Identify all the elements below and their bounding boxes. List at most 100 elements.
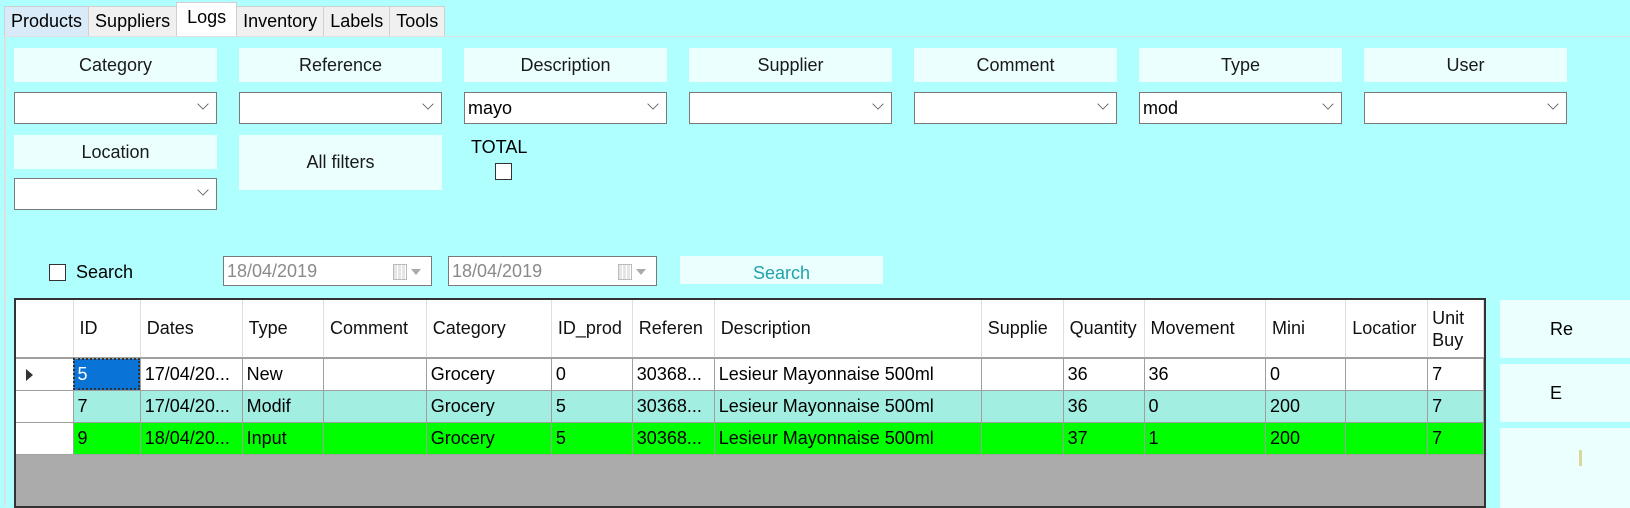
cell-id-prod[interactable]: 5 <box>551 422 633 455</box>
cell-supplier[interactable] <box>981 422 1064 455</box>
cell-movement[interactable]: 36 <box>1144 358 1267 391</box>
location-label: Location <box>14 135 217 169</box>
cell-mini[interactable]: 0 <box>1265 358 1347 391</box>
side-button-2[interactable]: E <box>1500 364 1630 422</box>
cell-id-prod[interactable]: 0 <box>551 358 633 391</box>
cell-location[interactable] <box>1345 422 1429 455</box>
cell-comment[interactable] <box>323 422 427 455</box>
column-header-supplier[interactable]: Supplie <box>981 300 1064 359</box>
column-header-description[interactable]: Description <box>714 300 982 359</box>
row-header-corner <box>16 300 74 359</box>
calendar-icon <box>393 264 407 280</box>
cell-id[interactable]: 7 <box>73 390 141 423</box>
side-button-3[interactable] <box>1500 428 1630 508</box>
tab-tools[interactable]: Tools <box>389 6 446 36</box>
side-button-1[interactable]: Re <box>1500 300 1630 358</box>
column-header-quantity[interactable]: Quantity <box>1063 300 1145 359</box>
total-checkbox[interactable] <box>495 163 512 180</box>
cell-reference[interactable]: 30368... <box>632 390 715 423</box>
cell-unit-buy[interactable]: 7 <box>1427 422 1484 455</box>
search-button[interactable]: Search <box>680 256 883 284</box>
cell-category[interactable]: Grocery <box>426 422 552 455</box>
cell-supplier[interactable] <box>981 390 1064 423</box>
cell-dates[interactable]: 18/04/20... <box>140 422 243 455</box>
category-label: Category <box>14 48 217 82</box>
cell-unit-buy[interactable]: 7 <box>1427 390 1484 423</box>
column-header-type[interactable]: Type <box>242 300 324 359</box>
cell-type[interactable]: Modif <box>242 390 324 423</box>
cell-location[interactable] <box>1345 358 1429 391</box>
column-header-comment[interactable]: Comment <box>323 300 427 359</box>
reference-combo[interactable] <box>239 92 442 124</box>
cell-description[interactable]: Lesieur Mayonnaise 500ml <box>714 422 982 455</box>
cell-description[interactable]: Lesieur Mayonnaise 500ml <box>714 390 982 423</box>
table-row[interactable]: 5 17/04/20... New Grocery 0 30368... Lesieur M… <box>16 358 1484 391</box>
cell-category[interactable]: Grocery <box>426 390 552 423</box>
cell-type[interactable]: New <box>242 358 324 391</box>
location-combo[interactable] <box>14 178 217 210</box>
column-header-mini[interactable]: Mini <box>1265 300 1347 359</box>
tab-logs[interactable]: Logs <box>176 2 238 36</box>
cell-reference[interactable]: 30368... <box>632 358 715 391</box>
tab-labels[interactable]: Labels <box>323 6 391 36</box>
supplier-combo[interactable] <box>689 92 892 124</box>
type-label: Type <box>1139 48 1342 82</box>
cell-location[interactable] <box>1345 390 1429 423</box>
tab-products[interactable]: Products <box>4 6 90 36</box>
cell-mini[interactable]: 200 <box>1265 422 1347 455</box>
search-checkbox[interactable] <box>49 264 66 281</box>
cell-dates[interactable]: 17/04/20... <box>140 358 243 391</box>
chevron-down-icon <box>647 98 659 110</box>
column-header-category[interactable]: Category <box>426 300 552 359</box>
cell-description[interactable]: Lesieur Mayonnaise 500ml <box>714 358 982 391</box>
column-header-id[interactable]: ID <box>73 300 141 359</box>
chevron-down-icon <box>1322 98 1334 110</box>
cell-unit-buy[interactable]: 7 <box>1427 358 1484 391</box>
user-combo[interactable] <box>1364 92 1567 124</box>
cell-quantity[interactable]: 37 <box>1063 422 1145 455</box>
row-header[interactable] <box>16 358 74 391</box>
all-filters-button[interactable]: All filters <box>239 135 442 190</box>
column-header-unit-buy[interactable]: Unit Buy <box>1427 300 1484 359</box>
logs-grid: ID Dates Type Comment Category ID_prod Referen… <box>14 298 1486 508</box>
column-header-location[interactable]: Locatior <box>1345 300 1429 359</box>
cell-type[interactable]: Input <box>242 422 324 455</box>
column-header-movement[interactable]: Movement <box>1144 300 1267 359</box>
tab-suppliers[interactable]: Suppliers <box>88 6 178 36</box>
cell-mini[interactable]: 200 <box>1265 390 1347 423</box>
cell-comment[interactable] <box>323 358 427 391</box>
type-value: mod <box>1143 97 1179 118</box>
comment-combo[interactable] <box>914 92 1117 124</box>
description-combo[interactable]: mayo <box>464 92 667 124</box>
cell-dates[interactable]: 17/04/20... <box>140 390 243 423</box>
grid-header-row: ID Dates Type Comment Category ID_prod Referen… <box>16 300 1484 359</box>
cell-supplier[interactable] <box>981 358 1064 391</box>
cell-reference[interactable]: 30368... <box>632 422 715 455</box>
cell-movement[interactable]: 1 <box>1144 422 1267 455</box>
tab-strip: Products Suppliers Logs Inventory Labels… <box>4 2 446 36</box>
table-row[interactable]: 9 18/04/20... Input Grocery 5 30368... Lesieur… <box>16 422 1484 455</box>
date-to-picker[interactable]: 18/04/2019 <box>448 256 657 286</box>
chevron-down-icon <box>197 98 209 110</box>
cell-id[interactable]: 5 <box>73 358 141 391</box>
row-header[interactable] <box>16 390 74 423</box>
table-row[interactable]: 7 17/04/20... Modif Grocery 5 30368... Lesieur… <box>16 390 1484 423</box>
cell-quantity[interactable]: 36 <box>1063 390 1145 423</box>
category-combo[interactable] <box>14 92 217 124</box>
cell-id[interactable]: 9 <box>73 422 141 455</box>
cell-quantity[interactable]: 36 <box>1063 358 1145 391</box>
cell-id-prod[interactable]: 5 <box>551 390 633 423</box>
column-header-id-prod[interactable]: ID_prod <box>551 300 633 359</box>
type-combo[interactable]: mod <box>1139 92 1342 124</box>
date-from-value: 18/04/2019 <box>227 260 318 281</box>
cell-category[interactable]: Grocery <box>426 358 552 391</box>
description-value: mayo <box>468 97 513 118</box>
column-header-reference[interactable]: Referen <box>632 300 715 359</box>
column-header-dates[interactable]: Dates <box>140 300 243 359</box>
cell-movement[interactable]: 0 <box>1144 390 1267 423</box>
cell-comment[interactable] <box>323 390 427 423</box>
date-from-picker[interactable]: 18/04/2019 <box>223 256 432 286</box>
tab-inventory[interactable]: Inventory <box>236 6 325 36</box>
chevron-down-icon <box>422 98 434 110</box>
row-header[interactable] <box>16 422 74 455</box>
